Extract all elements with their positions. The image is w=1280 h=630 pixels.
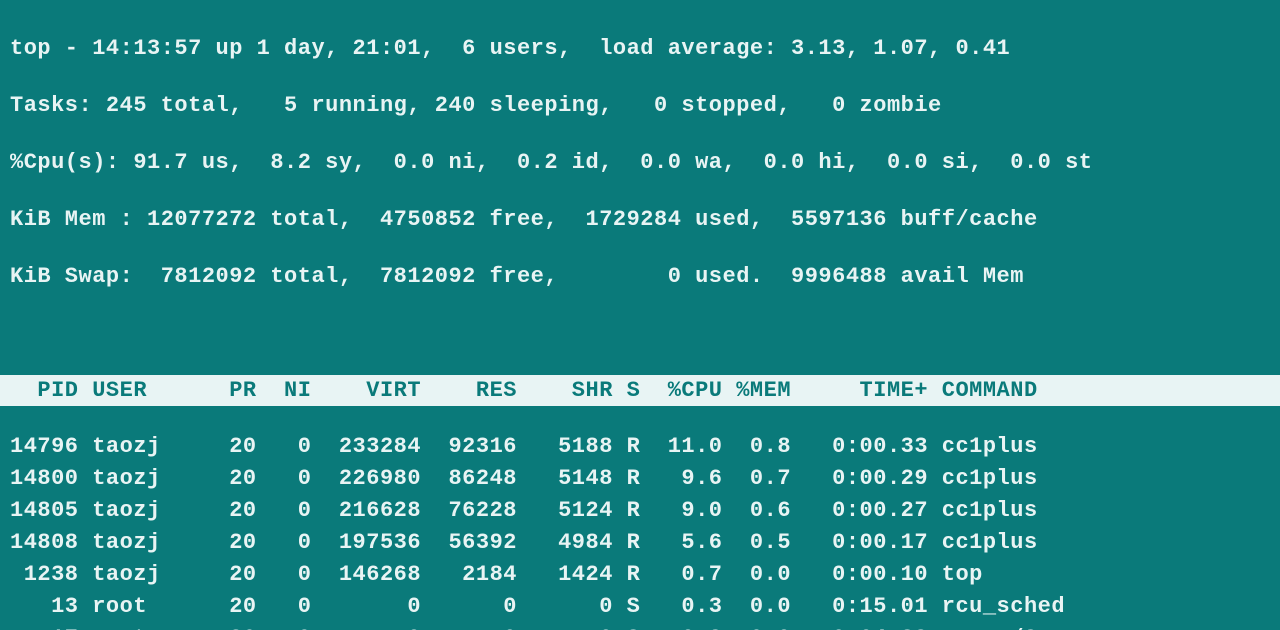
process-row: 17 root 20 0 0 0 0 S 0.3 0.0 0:04.89 rcu… — [10, 623, 1270, 630]
process-table-body: 14796 taozj 20 0 233284 92316 5188 R 11.… — [10, 431, 1270, 630]
summary-line-uptime: top - 14:13:57 up 1 day, 21:01, 6 users,… — [10, 33, 1270, 65]
process-table-header: PID USER PR NI VIRT RES SHR S %CPU %MEM … — [0, 375, 1280, 406]
terminal-output: top - 14:13:57 up 1 day, 21:01, 6 users,… — [0, 0, 1280, 630]
process-row: 14805 taozj 20 0 216628 76228 5124 R 9.0… — [10, 495, 1270, 527]
summary-line-cpu: %Cpu(s): 91.7 us, 8.2 sy, 0.0 ni, 0.2 id… — [10, 147, 1270, 179]
process-row: 14796 taozj 20 0 233284 92316 5188 R 11.… — [10, 431, 1270, 463]
process-row: 14800 taozj 20 0 226980 86248 5148 R 9.6… — [10, 463, 1270, 495]
process-row: 13 root 20 0 0 0 0 S 0.3 0.0 0:15.01 rcu… — [10, 591, 1270, 623]
process-row: 14808 taozj 20 0 197536 56392 4984 R 5.6… — [10, 527, 1270, 559]
process-row: 1238 taozj 20 0 146268 2184 1424 R 0.7 0… — [10, 559, 1270, 591]
summary-line-mem: KiB Mem : 12077272 total, 4750852 free, … — [10, 204, 1270, 236]
summary-line-swap: KiB Swap: 7812092 total, 7812092 free, 0… — [10, 261, 1270, 293]
summary-line-tasks: Tasks: 245 total, 5 running, 240 sleepin… — [10, 90, 1270, 122]
